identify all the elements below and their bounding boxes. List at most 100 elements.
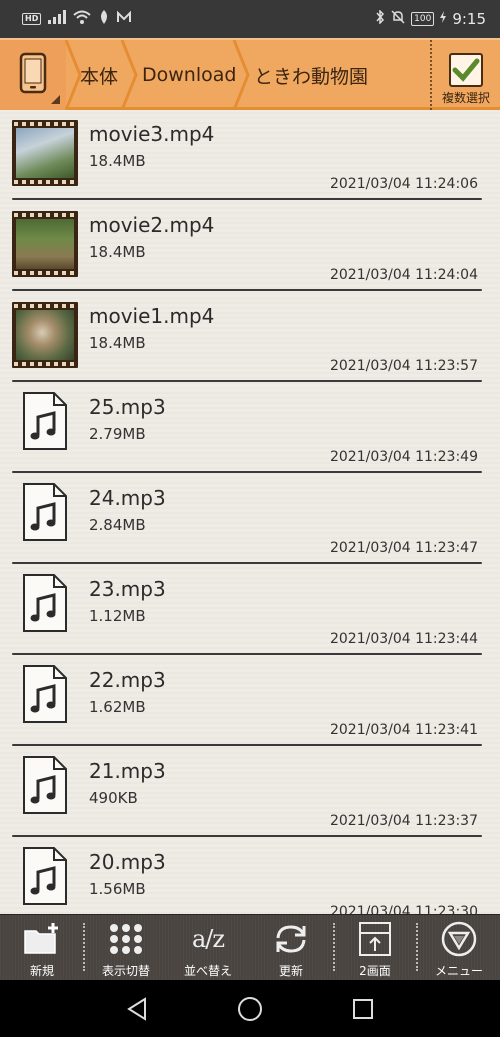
refresh-label: 更新	[278, 964, 303, 978]
file-name: 20.mp3	[89, 850, 166, 874]
breadcrumb-chevron-icon	[120, 40, 138, 110]
new-label: 新規	[29, 964, 54, 978]
file-size: 2.79MB	[89, 425, 146, 443]
multi-select-button[interactable]: 複数選択	[430, 40, 500, 110]
file-size: 1.56MB	[89, 880, 146, 898]
refresh-icon	[271, 920, 311, 958]
row-divider	[12, 744, 482, 746]
mute-bell-icon	[391, 10, 405, 28]
home-button[interactable]	[230, 989, 270, 1029]
checkbox-icon	[449, 53, 483, 87]
breadcrumb-current[interactable]: ときわ動物園	[254, 40, 368, 110]
file-date: 2021/03/04 11:23:57	[329, 358, 478, 374]
file-name: movie2.mp4	[89, 213, 215, 237]
music-file-icon	[23, 756, 67, 814]
sort-button[interactable]: a/z 並べ替え	[172, 915, 244, 981]
file-size: 18.4MB	[89, 243, 146, 261]
dual-pane-button[interactable]: 2画面	[340, 915, 410, 981]
view-toggle-button[interactable]: 表示切替	[90, 915, 162, 981]
toolbar-divider	[83, 923, 85, 971]
device-button[interactable]	[0, 40, 66, 110]
file-row[interactable]: 22.mp3 1.62MB 2021/03/04 11:23:41	[0, 656, 500, 747]
file-row[interactable]: movie1.mp4 18.4MB 2021/03/04 11:23:57	[0, 292, 500, 383]
status-bar: HD 100 9:15	[0, 0, 500, 38]
breadcrumb-item[interactable]: 本体	[80, 40, 118, 110]
sort-az-icon: a/z	[188, 920, 228, 958]
dual-pane-icon	[355, 920, 395, 958]
charging-icon	[440, 11, 447, 27]
bottom-toolbar: 新規 表示切替 a/z 並べ替え 更新 2画面 メニュー	[0, 914, 500, 980]
sort-label: 並べ替え	[183, 964, 232, 978]
file-size: 18.4MB	[89, 334, 146, 352]
file-row[interactable]: 20.mp3 1.56MB 2021/03/04 11:23:30	[0, 838, 500, 914]
file-name: 24.mp3	[89, 486, 166, 510]
row-divider	[12, 471, 482, 473]
file-list[interactable]: movie3.mp4 18.4MB 2021/03/04 11:24:06 mo…	[0, 110, 500, 914]
file-size: 490KB	[89, 789, 138, 807]
file-name: movie1.mp4	[89, 304, 215, 328]
menu-button[interactable]: メニュー	[423, 915, 495, 981]
file-row[interactable]: movie2.mp4 18.4MB 2021/03/04 11:24:04	[0, 201, 500, 292]
file-date: 2021/03/04 11:23:47	[329, 540, 478, 556]
wifi-icon	[73, 10, 92, 28]
bluetooth-icon	[375, 9, 385, 28]
new-folder-icon	[22, 920, 62, 958]
row-divider	[12, 653, 482, 655]
file-row[interactable]: 23.mp3 1.12MB 2021/03/04 11:23:44	[0, 565, 500, 656]
dual-pane-label: 2画面	[359, 964, 391, 978]
refresh-button[interactable]: 更新	[255, 915, 327, 981]
video-thumbnail	[12, 120, 78, 186]
phone-icon	[19, 52, 47, 98]
file-date: 2021/03/04 11:23:30	[329, 904, 478, 914]
dropdown-corner-icon	[51, 95, 60, 104]
toolbar-divider	[333, 923, 335, 971]
mail-icon	[117, 10, 132, 27]
file-name: movie3.mp4	[89, 122, 215, 146]
new-button[interactable]: 新規	[8, 915, 76, 981]
file-row[interactable]: 24.mp3 2.84MB 2021/03/04 11:23:47	[0, 474, 500, 565]
file-size: 1.12MB	[89, 607, 146, 625]
file-row[interactable]: 21.mp3 490KB 2021/03/04 11:23:37	[0, 747, 500, 838]
file-date: 2021/03/04 11:23:49	[329, 449, 478, 465]
file-name: 23.mp3	[89, 577, 166, 601]
leaf-icon	[98, 10, 110, 28]
toolbar-divider	[416, 923, 418, 971]
multi-select-label: 複数選択	[441, 91, 490, 105]
file-name: 25.mp3	[89, 395, 166, 419]
recents-button[interactable]	[343, 989, 383, 1029]
file-size: 18.4MB	[89, 152, 146, 170]
system-nav-bar	[0, 980, 500, 1037]
row-divider	[12, 835, 482, 837]
row-divider	[12, 198, 482, 200]
row-divider	[12, 289, 482, 291]
breadcrumb-item[interactable]: Download	[142, 40, 236, 110]
menu-label: メニュー	[434, 964, 483, 978]
file-name: 22.mp3	[89, 668, 166, 692]
file-row[interactable]: 25.mp3 2.79MB 2021/03/04 11:23:49	[0, 383, 500, 474]
battery-icon: 100	[411, 12, 435, 26]
header-toolbar: 本体 Download ときわ動物園 複数選択	[0, 38, 500, 110]
signal-icon	[48, 10, 67, 28]
back-triangle-icon	[126, 996, 146, 1021]
clock: 9:15	[452, 10, 486, 28]
video-thumbnail	[12, 211, 78, 277]
file-date: 2021/03/04 11:23:37	[329, 813, 478, 829]
row-divider	[12, 380, 482, 382]
breadcrumb-chevron-icon	[232, 40, 250, 110]
grid-dots-icon	[106, 920, 146, 958]
file-date: 2021/03/04 11:23:44	[329, 631, 478, 647]
music-file-icon	[23, 483, 67, 541]
menu-triangle-icon	[439, 920, 479, 958]
view-toggle-label: 表示切替	[101, 964, 150, 978]
music-file-icon	[23, 392, 67, 450]
file-row[interactable]: movie3.mp4 18.4MB 2021/03/04 11:24:06	[0, 110, 500, 201]
file-size: 1.62MB	[89, 698, 146, 716]
file-size: 2.84MB	[89, 516, 146, 534]
back-button[interactable]	[117, 989, 157, 1029]
sort-az-glyph: a/z	[191, 925, 225, 953]
file-date: 2021/03/04 11:24:04	[329, 267, 478, 283]
music-file-icon	[23, 847, 67, 905]
music-file-icon	[23, 574, 67, 632]
music-file-icon	[23, 665, 67, 723]
file-name: 21.mp3	[89, 759, 166, 783]
